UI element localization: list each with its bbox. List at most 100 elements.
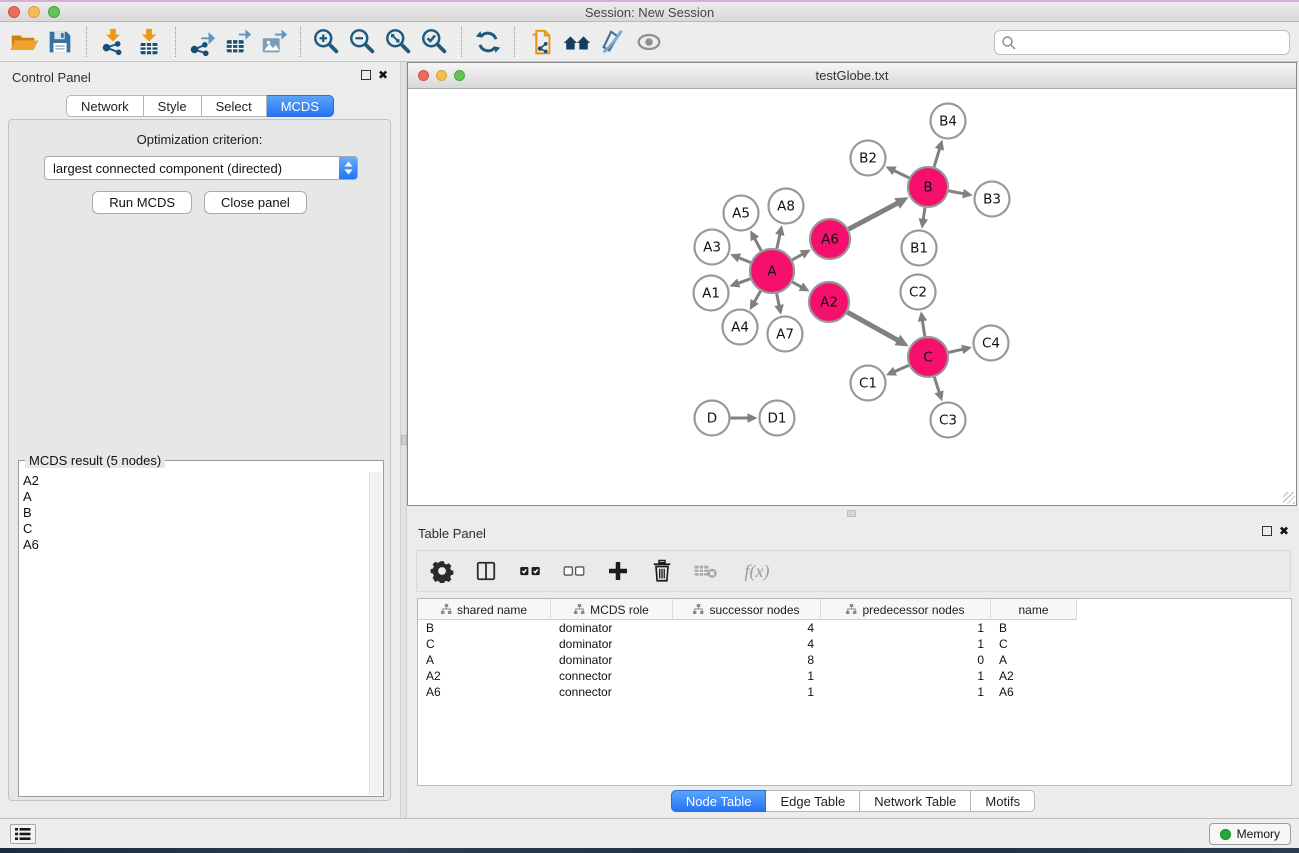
graph-node-A1[interactable]: A1 (694, 276, 729, 311)
graph-edge-A2-C[interactable] (847, 312, 899, 341)
graph-node-B1[interactable]: B1 (902, 231, 937, 266)
graph-edge-B-B4[interactable] (934, 147, 940, 167)
column-header-MCDS-role[interactable]: MCDS role (551, 599, 673, 620)
create-column-button[interactable] (603, 556, 633, 586)
table-row[interactable]: A6connector11A6 (418, 684, 1291, 700)
hide-graphics-details-button[interactable] (595, 25, 631, 59)
graph-edge-C-C2[interactable] (922, 319, 925, 336)
zoom-out-button[interactable] (345, 25, 381, 59)
refresh-button[interactable] (470, 25, 506, 59)
close-panel-icon[interactable]: ✖ (1279, 526, 1289, 536)
graph-node-A2[interactable]: A2 (809, 282, 849, 322)
float-panel-icon[interactable] (361, 70, 371, 80)
cybrowser-button[interactable] (559, 25, 595, 59)
graph-node-A5[interactable]: A5 (724, 196, 759, 231)
column-header-successor-nodes[interactable]: successor nodes (673, 599, 821, 620)
graph-edge-C-C1[interactable] (893, 365, 908, 372)
export-table-button[interactable] (220, 25, 256, 59)
delete-columns-button[interactable] (647, 556, 677, 586)
deselect-all-rows-button[interactable] (559, 556, 589, 586)
function-builder-button[interactable]: f(x) (735, 556, 779, 586)
tab-select[interactable]: Select (202, 95, 267, 117)
graph-node-B4[interactable]: B4 (931, 104, 966, 139)
graph-node-C4[interactable]: C4 (974, 326, 1009, 361)
export-network-button[interactable] (184, 25, 220, 59)
column-header-name[interactable]: name (991, 599, 1077, 620)
tab-style[interactable]: Style (144, 95, 202, 117)
search-input[interactable] (1017, 35, 1289, 50)
graph-edge-B-B3[interactable] (949, 191, 965, 194)
graph-edge-B-B2[interactable] (893, 170, 909, 178)
graph-node-C2[interactable]: C2 (901, 275, 936, 310)
show-columns-button[interactable] (471, 556, 501, 586)
graph-node-D[interactable]: D (695, 401, 730, 436)
graph-node-B2[interactable]: B2 (851, 141, 886, 176)
save-session-button[interactable] (42, 25, 78, 59)
divider-grip[interactable] (847, 510, 856, 517)
graph-node-B3[interactable]: B3 (975, 182, 1010, 217)
graph-edge-C-C4[interactable] (948, 349, 964, 352)
result-item[interactable]: A2 (23, 473, 367, 489)
graph-node-C[interactable]: C (908, 337, 948, 377)
column-header-predecessor-nodes[interactable]: predecessor nodes (821, 599, 991, 620)
close-panel-button[interactable]: Close panel (204, 191, 307, 214)
network-from-selection-button[interactable] (523, 25, 559, 59)
result-scrollbar[interactable] (369, 472, 382, 795)
zoom-fit-button[interactable] (381, 25, 417, 59)
graph-node-C3[interactable]: C3 (931, 403, 966, 438)
criterion-dropdown[interactable]: largest connected component (directed) (44, 156, 358, 180)
graph-node-A6[interactable]: A6 (810, 219, 850, 259)
graph-node-A[interactable]: A (750, 249, 794, 293)
window-resize-grip[interactable] (1283, 492, 1295, 504)
zoom-in-button[interactable] (309, 25, 345, 59)
table-tab-motifs[interactable]: Motifs (971, 790, 1035, 812)
table-tab-node-table[interactable]: Node Table (671, 790, 767, 812)
graph-edge-A-A1[interactable] (737, 279, 750, 284)
graph-node-A4[interactable]: A4 (723, 310, 758, 345)
graph-edge-A-A7[interactable] (777, 294, 780, 308)
tab-network[interactable]: Network (66, 95, 144, 117)
result-item[interactable]: A (23, 489, 367, 505)
memory-button[interactable]: Memory (1209, 823, 1291, 845)
result-item[interactable]: C (23, 521, 367, 537)
result-item[interactable]: A6 (23, 537, 367, 553)
table-tab-network-table[interactable]: Network Table (860, 790, 971, 812)
vertical-split-divider[interactable] (400, 62, 407, 818)
open-file-button[interactable] (6, 25, 42, 59)
result-item[interactable]: B (23, 505, 367, 521)
table-row[interactable]: Adominator80A (418, 652, 1291, 668)
graph-edge-A-A3[interactable] (738, 257, 751, 262)
import-table-button[interactable] (131, 25, 167, 59)
float-panel-icon[interactable] (1262, 526, 1272, 536)
table-row[interactable]: Cdominator41C (418, 636, 1291, 652)
table-options-button[interactable] (427, 556, 457, 586)
network-canvas[interactable]: B4 B2 B B3 A5 A8A6 B1 A3 A A1 C2 A2 A4 A7 C C4 C1 C3 D D1 (408, 89, 1296, 505)
column-header-shared-name[interactable]: shared name (418, 599, 551, 620)
task-history-button[interactable] (10, 824, 36, 844)
graph-node-A7[interactable]: A7 (768, 317, 803, 352)
graph-edge-A6-B[interactable] (849, 202, 899, 229)
graph-edge-C-C3[interactable] (934, 377, 939, 394)
search-field[interactable] (994, 30, 1290, 55)
graph-edge-A-A4[interactable] (754, 291, 761, 303)
export-image-button[interactable] (256, 25, 292, 59)
import-network-button[interactable] (95, 25, 131, 59)
graph-edge-A-A8[interactable] (777, 233, 780, 249)
close-panel-icon[interactable]: ✖ (378, 70, 388, 80)
select-all-rows-button[interactable] (515, 556, 545, 586)
horizontal-split-divider[interactable] (407, 506, 1299, 520)
graph-node-C1[interactable]: C1 (851, 366, 886, 401)
graph-node-A3[interactable]: A3 (695, 230, 730, 265)
show-graphics-details-button[interactable] (631, 25, 667, 59)
graph-node-A8[interactable]: A8 (769, 189, 804, 224)
tab-mcds[interactable]: MCDS (267, 95, 334, 117)
table-row[interactable]: A2connector11A2 (418, 668, 1291, 684)
table-row[interactable]: Bdominator41B (418, 620, 1291, 636)
run-mcds-button[interactable]: Run MCDS (92, 191, 192, 214)
graph-node-D1[interactable]: D1 (760, 401, 795, 436)
graph-edge-A-A5[interactable] (754, 237, 761, 250)
table-tab-edge-table[interactable]: Edge Table (766, 790, 860, 812)
zoom-selected-button[interactable] (417, 25, 453, 59)
graph-node-B[interactable]: B (908, 167, 948, 207)
delete-table-button[interactable] (691, 556, 721, 586)
